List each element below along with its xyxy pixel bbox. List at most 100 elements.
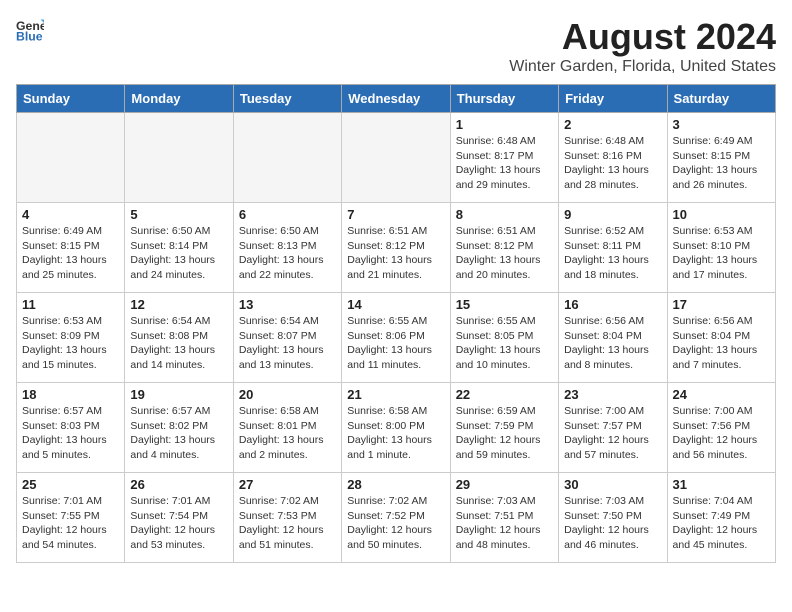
calendar-cell: 9 Sunrise: 6:52 AMSunset: 8:11 PMDaylight… <box>559 203 667 293</box>
day-number: 10 <box>673 207 770 222</box>
day-info: Sunrise: 6:58 AMSunset: 8:00 PMDaylight:… <box>347 404 444 463</box>
calendar-cell: 27Sunrise: 7:02 AMSunset: 7:53 PMDayligh… <box>233 473 341 563</box>
day-number: 11 <box>22 297 119 312</box>
calendar-cell: 20Sunrise: 6:58 AMSunset: 8:01 PMDayligh… <box>233 383 341 473</box>
day-number: 31 <box>673 477 770 492</box>
day-info: Sunrise: 6:56 AMSunset: 8:04 PMDaylight:… <box>564 314 661 373</box>
weekday-header-friday: Friday <box>559 85 667 113</box>
day-number: 23 <box>564 387 661 402</box>
calendar-cell: 30 Sunrise: 7:03 AMSunset: 7:50 PMDayligh… <box>559 473 667 563</box>
calendar-week-4: 18 Sunrise: 6:57 AMSunset: 8:03 PMDayligh… <box>17 383 776 473</box>
day-number: 16 <box>564 297 661 312</box>
calendar-cell: 21 Sunrise: 6:58 AMSunset: 8:00 PMDayligh… <box>342 383 450 473</box>
day-number: 22 <box>456 387 553 402</box>
page-title: August 2024 <box>509 16 776 58</box>
calendar-week-5: 25Sunrise: 7:01 AMSunset: 7:55 PMDayligh… <box>17 473 776 563</box>
calendar-cell: 29 Sunrise: 7:03 AMSunset: 7:51 PMDayligh… <box>450 473 558 563</box>
day-info: Sunrise: 7:03 AMSunset: 7:50 PMDaylight:… <box>564 494 661 553</box>
day-number: 1 <box>456 117 553 132</box>
day-number: 9 <box>564 207 661 222</box>
day-info: Sunrise: 6:52 AMSunset: 8:11 PMDaylight:… <box>564 224 661 283</box>
calendar-cell <box>17 113 125 203</box>
day-info: Sunrise: 6:49 AMSunset: 8:15 PMDaylight:… <box>22 224 119 283</box>
calendar-cell: 23 Sunrise: 7:00 AMSunset: 7:57 PMDayligh… <box>559 383 667 473</box>
day-number: 28 <box>347 477 444 492</box>
day-info: Sunrise: 6:53 AMSunset: 8:10 PMDaylight:… <box>673 224 770 283</box>
day-info: Sunrise: 7:04 AMSunset: 7:49 PMDaylight:… <box>673 494 770 553</box>
day-number: 18 <box>22 387 119 402</box>
calendar-table: SundayMondayTuesdayWednesdayThursdayFrid… <box>16 84 776 563</box>
title-area: August 2024 Winter Garden, Florida, Unit… <box>509 16 776 76</box>
day-info: Sunrise: 7:03 AMSunset: 7:51 PMDaylight:… <box>456 494 553 553</box>
day-info: Sunrise: 6:53 AMSunset: 8:09 PMDaylight:… <box>22 314 119 373</box>
day-number: 13 <box>239 297 336 312</box>
weekday-header-wednesday: Wednesday <box>342 85 450 113</box>
weekday-header-monday: Monday <box>125 85 233 113</box>
day-info: Sunrise: 6:59 AMSunset: 7:59 PMDaylight:… <box>456 404 553 463</box>
calendar-cell: 17 Sunrise: 6:56 AMSunset: 8:04 PMDayligh… <box>667 293 775 383</box>
day-number: 29 <box>456 477 553 492</box>
calendar-cell: 31 Sunrise: 7:04 AMSunset: 7:49 PMDayligh… <box>667 473 775 563</box>
calendar-cell: 18 Sunrise: 6:57 AMSunset: 8:03 PMDayligh… <box>17 383 125 473</box>
day-info: Sunrise: 6:49 AMSunset: 8:15 PMDaylight:… <box>673 134 770 193</box>
day-number: 7 <box>347 207 444 222</box>
day-number: 14 <box>347 297 444 312</box>
day-number: 24 <box>673 387 770 402</box>
calendar-cell: 13 Sunrise: 6:54 AMSunset: 8:07 PMDayligh… <box>233 293 341 383</box>
day-info: Sunrise: 7:01 AMSunset: 7:55 PMDaylight:… <box>22 494 119 553</box>
day-number: 5 <box>130 207 227 222</box>
day-info: Sunrise: 6:58 AMSunset: 8:01 PMDaylight:… <box>239 404 336 463</box>
day-number: 27 <box>239 477 336 492</box>
calendar-week-3: 11 Sunrise: 6:53 AMSunset: 8:09 PMDayligh… <box>17 293 776 383</box>
day-info: Sunrise: 6:54 AMSunset: 8:08 PMDaylight:… <box>130 314 227 373</box>
day-info: Sunrise: 6:48 AMSunset: 8:17 PMDaylight:… <box>456 134 553 193</box>
calendar-cell <box>125 113 233 203</box>
day-info: Sunrise: 6:56 AMSunset: 8:04 PMDaylight:… <box>673 314 770 373</box>
day-number: 26 <box>130 477 227 492</box>
calendar-cell: 5Sunrise: 6:50 AMSunset: 8:14 PMDaylight… <box>125 203 233 293</box>
day-info: Sunrise: 6:55 AMSunset: 8:06 PMDaylight:… <box>347 314 444 373</box>
day-number: 3 <box>673 117 770 132</box>
day-info: Sunrise: 7:00 AMSunset: 7:57 PMDaylight:… <box>564 404 661 463</box>
day-number: 8 <box>456 207 553 222</box>
calendar-cell: 11 Sunrise: 6:53 AMSunset: 8:09 PMDayligh… <box>17 293 125 383</box>
calendar-cell: 2Sunrise: 6:48 AMSunset: 8:16 PMDaylight… <box>559 113 667 203</box>
calendar-header-row: SundayMondayTuesdayWednesdayThursdayFrid… <box>17 85 776 113</box>
calendar-cell: 15 Sunrise: 6:55 AMSunset: 8:05 PMDayligh… <box>450 293 558 383</box>
day-info: Sunrise: 7:01 AMSunset: 7:54 PMDaylight:… <box>130 494 227 553</box>
calendar-cell: 14 Sunrise: 6:55 AMSunset: 8:06 PMDayligh… <box>342 293 450 383</box>
day-info: Sunrise: 6:54 AMSunset: 8:07 PMDaylight:… <box>239 314 336 373</box>
calendar-cell <box>342 113 450 203</box>
page-subtitle: Winter Garden, Florida, United States <box>509 58 776 76</box>
calendar-week-2: 4 Sunrise: 6:49 AMSunset: 8:15 PMDaylight… <box>17 203 776 293</box>
day-number: 21 <box>347 387 444 402</box>
weekday-header-thursday: Thursday <box>450 85 558 113</box>
calendar-cell: 16 Sunrise: 6:56 AMSunset: 8:04 PMDayligh… <box>559 293 667 383</box>
day-number: 30 <box>564 477 661 492</box>
day-info: Sunrise: 6:57 AMSunset: 8:02 PMDaylight:… <box>130 404 227 463</box>
calendar-cell: 28 Sunrise: 7:02 AMSunset: 7:52 PMDayligh… <box>342 473 450 563</box>
calendar-cell: 22 Sunrise: 6:59 AMSunset: 7:59 PMDayligh… <box>450 383 558 473</box>
calendar-cell: 4 Sunrise: 6:49 AMSunset: 8:15 PMDaylight… <box>17 203 125 293</box>
calendar-cell: 6Sunrise: 6:50 AMSunset: 8:13 PMDaylight… <box>233 203 341 293</box>
day-info: Sunrise: 7:02 AMSunset: 7:52 PMDaylight:… <box>347 494 444 553</box>
logo-icon: General Blue <box>16 16 44 44</box>
day-number: 4 <box>22 207 119 222</box>
day-info: Sunrise: 6:48 AMSunset: 8:16 PMDaylight:… <box>564 134 661 193</box>
calendar-cell: 1 Sunrise: 6:48 AMSunset: 8:17 PMDaylight… <box>450 113 558 203</box>
page-header: General Blue August 2024 Winter Garden, … <box>16 16 776 76</box>
calendar-cell: 7Sunrise: 6:51 AMSunset: 8:12 PMDaylight… <box>342 203 450 293</box>
calendar-cell: 3 Sunrise: 6:49 AMSunset: 8:15 PMDaylight… <box>667 113 775 203</box>
day-number: 12 <box>130 297 227 312</box>
day-number: 6 <box>239 207 336 222</box>
day-info: Sunrise: 6:55 AMSunset: 8:05 PMDaylight:… <box>456 314 553 373</box>
svg-text:Blue: Blue <box>16 30 43 44</box>
day-info: Sunrise: 6:51 AMSunset: 8:12 PMDaylight:… <box>456 224 553 283</box>
weekday-header-tuesday: Tuesday <box>233 85 341 113</box>
calendar-week-1: 1 Sunrise: 6:48 AMSunset: 8:17 PMDaylight… <box>17 113 776 203</box>
day-number: 15 <box>456 297 553 312</box>
day-number: 17 <box>673 297 770 312</box>
calendar-cell: 24Sunrise: 7:00 AMSunset: 7:56 PMDayligh… <box>667 383 775 473</box>
calendar-cell: 12 Sunrise: 6:54 AMSunset: 8:08 PMDayligh… <box>125 293 233 383</box>
day-info: Sunrise: 6:57 AMSunset: 8:03 PMDaylight:… <box>22 404 119 463</box>
